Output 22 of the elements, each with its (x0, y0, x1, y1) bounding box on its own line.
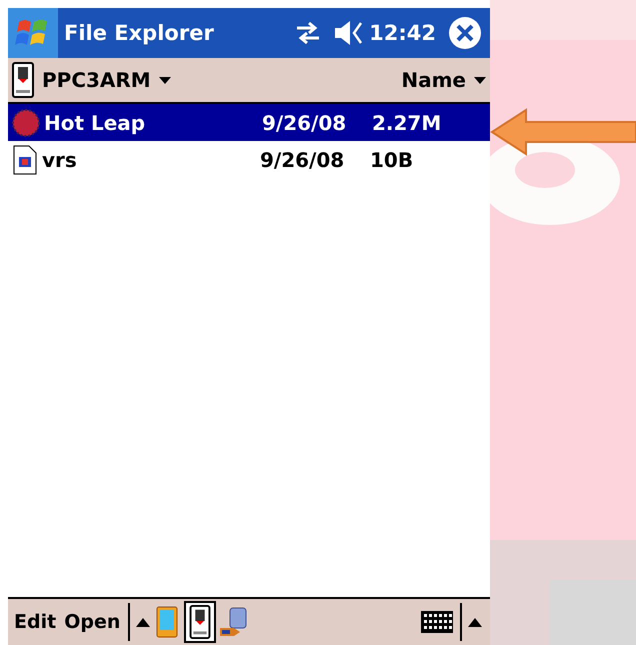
arrow-icon (490, 108, 636, 156)
menu-item[interactable]: Edit (12, 611, 58, 633)
device-icon[interactable] (12, 62, 34, 98)
folder-dropdown[interactable]: PPC3ARM (12, 62, 171, 98)
file-row[interactable]: vrs 9/26/08 10B (8, 141, 490, 178)
clock-time[interactable]: 12:42 (369, 21, 436, 45)
menu-item[interactable]: Open (62, 611, 122, 633)
file-row[interactable]: Hot Leap 9/26/08 2.27M (8, 104, 490, 141)
device-icon[interactable] (188, 605, 212, 639)
pda-icon[interactable] (156, 606, 178, 638)
keyboard-icon[interactable] (420, 610, 454, 634)
dotted-ball-icon (12, 108, 40, 136)
speaker-muted-icon[interactable] (333, 19, 364, 47)
sort-dropdown[interactable]: Name (401, 68, 486, 92)
caret-icon (474, 76, 486, 84)
window-title: File Explorer (64, 21, 215, 45)
document-icon (12, 144, 38, 174)
up-arrow-icon[interactable] (136, 618, 150, 626)
caret-icon (158, 76, 171, 84)
start-button[interactable] (8, 8, 58, 58)
close-icon[interactable] (448, 16, 482, 50)
up-arrow-icon[interactable] (468, 618, 482, 626)
